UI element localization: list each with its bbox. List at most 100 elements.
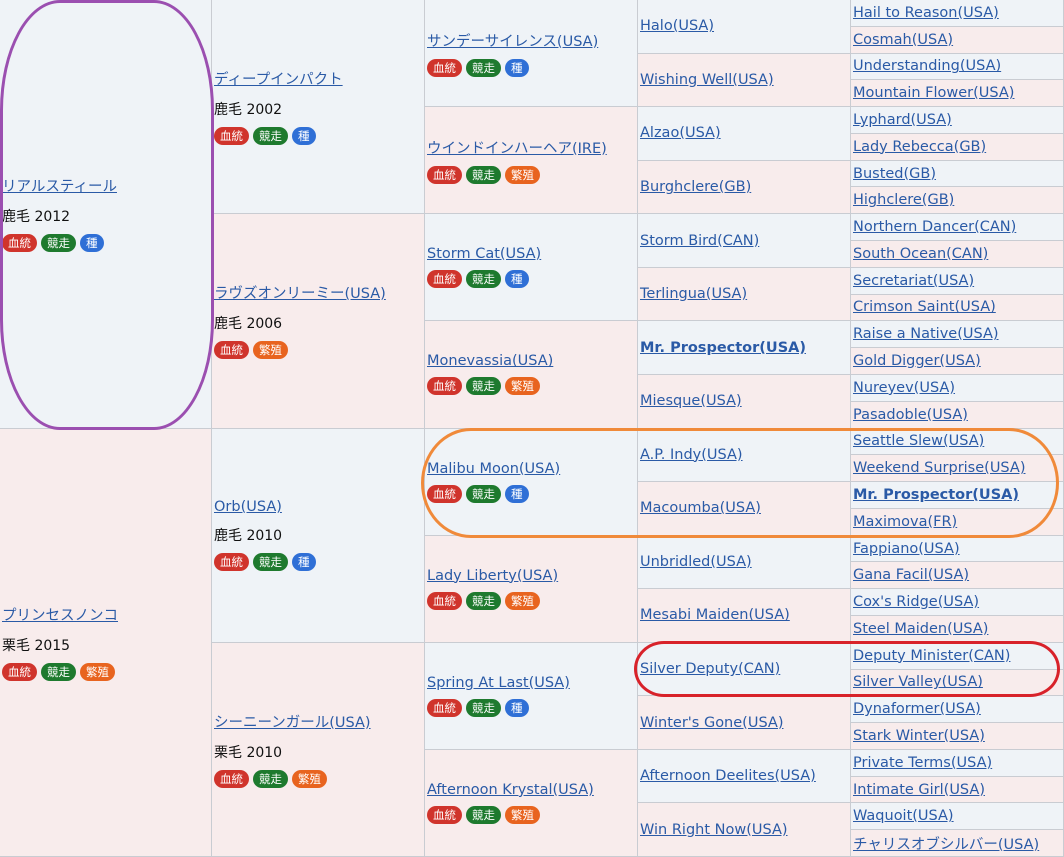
tag-badge[interactable]: 繁殖	[253, 341, 288, 360]
horse-name-link[interactable]: チャリスオブシルバー(USA)	[853, 833, 1063, 854]
horse-name-link[interactable]: Win Right Now(USA)	[640, 822, 850, 838]
horse-name-link[interactable]: Pasadoble(USA)	[853, 407, 1063, 423]
horse-name-link[interactable]: Seattle Slew(USA)	[853, 433, 1063, 449]
tag-badge[interactable]: 繁殖	[505, 591, 540, 610]
tag-badge[interactable]: 血統	[214, 553, 249, 572]
tag-badge[interactable]: 血統	[214, 341, 249, 360]
tag-badge[interactable]: 血統	[427, 591, 462, 610]
tag-badge[interactable]: 競走	[466, 377, 501, 396]
tag-badge[interactable]: 繁殖	[505, 377, 540, 396]
horse-name-link[interactable]: Mr. Prospector(USA)	[640, 340, 850, 356]
tag-badge[interactable]: 種	[505, 484, 529, 503]
tag-badge[interactable]: 競走	[466, 698, 501, 717]
horse-name-link[interactable]: Mountain Flower(USA)	[853, 85, 1063, 101]
horse-name-link[interactable]: プリンセスノンコ	[2, 604, 211, 625]
horse-name-link[interactable]: Crimson Saint(USA)	[853, 299, 1063, 315]
tag-badge[interactable]: 血統	[214, 769, 249, 788]
tag-badge[interactable]: 繁殖	[505, 165, 540, 184]
horse-name-link[interactable]: Cox's Ridge(USA)	[853, 594, 1063, 610]
horse-name-link[interactable]: Spring At Last(USA)	[427, 675, 637, 691]
tag-badge[interactable]: 種	[505, 58, 529, 77]
horse-name-link[interactable]: Understanding(USA)	[853, 58, 1063, 74]
horse-name-link[interactable]: Afternoon Deelites(USA)	[640, 768, 850, 784]
tag-badge[interactable]: 血統	[427, 805, 462, 824]
horse-name-link[interactable]: Private Terms(USA)	[853, 755, 1063, 771]
tag-badge[interactable]: 競走	[466, 484, 501, 503]
horse-name-link[interactable]: シーニーンガール(USA)	[214, 711, 424, 732]
horse-name-link[interactable]: サンデーサイレンス(USA)	[427, 30, 637, 51]
horse-name-link[interactable]: Lyphard(USA)	[853, 112, 1063, 128]
horse-name-link[interactable]: Monevassia(USA)	[427, 353, 637, 369]
horse-name-link[interactable]: Winter's Gone(USA)	[640, 715, 850, 731]
horse-name-link[interactable]: Secretariat(USA)	[853, 273, 1063, 289]
tag-badge[interactable]: 血統	[427, 377, 462, 396]
tag-badge[interactable]: 種	[505, 698, 529, 717]
tag-badge[interactable]: 競走	[41, 234, 76, 253]
horse-name-link[interactable]: Burghclere(GB)	[640, 179, 850, 195]
tag-badge[interactable]: 種	[292, 127, 316, 146]
horse-name-link[interactable]: Raise a Native(USA)	[853, 326, 1063, 342]
tag-badge[interactable]: 競走	[41, 662, 76, 681]
tag-badge[interactable]: 競走	[466, 165, 501, 184]
horse-name-link[interactable]: A.P. Indy(USA)	[640, 447, 850, 463]
tag-badge[interactable]: 競走	[466, 270, 501, 289]
horse-name-link[interactable]: Highclere(GB)	[853, 192, 1063, 208]
horse-name-link[interactable]: Miesque(USA)	[640, 393, 850, 409]
tag-badge[interactable]: 血統	[427, 165, 462, 184]
horse-name-link[interactable]: South Ocean(CAN)	[853, 246, 1063, 262]
horse-name-link[interactable]: Mesabi Maiden(USA)	[640, 607, 850, 623]
horse-name-link[interactable]: Mr. Prospector(USA)	[853, 487, 1063, 503]
tag-badge[interactable]: 競走	[253, 127, 288, 146]
horse-name-link[interactable]: Steel Maiden(USA)	[853, 621, 1063, 637]
tag-badge[interactable]: 血統	[2, 234, 37, 253]
horse-name-link[interactable]: Intimate Girl(USA)	[853, 782, 1063, 798]
horse-name-link[interactable]: Nureyev(USA)	[853, 380, 1063, 396]
tag-badge[interactable]: 競走	[466, 805, 501, 824]
tag-badge[interactable]: 血統	[2, 662, 37, 681]
horse-name-link[interactable]: ディープインパクト	[214, 68, 424, 89]
tag-badge[interactable]: 競走	[466, 58, 501, 77]
horse-name-link[interactable]: Lady Liberty(USA)	[427, 568, 637, 584]
tag-badge[interactable]: 血統	[214, 127, 249, 146]
horse-name-link[interactable]: リアルスティール	[2, 175, 211, 196]
tag-badge[interactable]: 種	[505, 270, 529, 289]
tag-badge[interactable]: 繁殖	[505, 805, 540, 824]
horse-name-link[interactable]: Gold Digger(USA)	[853, 353, 1063, 369]
horse-name-link[interactable]: Silver Deputy(CAN)	[640, 661, 850, 677]
horse-name-link[interactable]: Gana Facil(USA)	[853, 567, 1063, 583]
tag-badge[interactable]: 種	[80, 234, 104, 253]
horse-name-link[interactable]: Hail to Reason(USA)	[853, 5, 1063, 21]
horse-name-link[interactable]: Halo(USA)	[640, 18, 850, 34]
horse-name-link[interactable]: Lady Rebecca(GB)	[853, 139, 1063, 155]
horse-name-link[interactable]: Cosmah(USA)	[853, 32, 1063, 48]
horse-name-link[interactable]: Orb(USA)	[214, 499, 424, 515]
horse-name-link[interactable]: Storm Cat(USA)	[427, 246, 637, 262]
horse-name-link[interactable]: Weekend Surprise(USA)	[853, 460, 1063, 476]
horse-name-link[interactable]: Malibu Moon(USA)	[427, 461, 637, 477]
horse-name-link[interactable]: Storm Bird(CAN)	[640, 233, 850, 249]
horse-name-link[interactable]: ウインドインハーヘア(IRE)	[427, 137, 637, 158]
tag-badge[interactable]: 血統	[427, 270, 462, 289]
horse-name-link[interactable]: Macoumba(USA)	[640, 500, 850, 516]
tag-badge[interactable]: 血統	[427, 484, 462, 503]
horse-name-link[interactable]: Alzao(USA)	[640, 125, 850, 141]
tag-badge[interactable]: 繁殖	[80, 662, 115, 681]
horse-name-link[interactable]: Dynaformer(USA)	[853, 701, 1063, 717]
horse-name-link[interactable]: Northern Dancer(CAN)	[853, 219, 1063, 235]
horse-name-link[interactable]: Silver Valley(USA)	[853, 674, 1063, 690]
tag-badge[interactable]: 競走	[253, 769, 288, 788]
tag-badge[interactable]: 血統	[427, 58, 462, 77]
horse-name-link[interactable]: Deputy Minister(CAN)	[853, 648, 1063, 664]
horse-name-link[interactable]: Busted(GB)	[853, 166, 1063, 182]
horse-name-link[interactable]: Fappiano(USA)	[853, 541, 1063, 557]
horse-name-link[interactable]: Terlingua(USA)	[640, 286, 850, 302]
horse-name-link[interactable]: ラヴズオンリーミー(USA)	[214, 282, 424, 303]
horse-name-link[interactable]: Stark Winter(USA)	[853, 728, 1063, 744]
horse-name-link[interactable]: Afternoon Krystal(USA)	[427, 782, 637, 798]
horse-name-link[interactable]: Maximova(FR)	[853, 514, 1063, 530]
tag-badge[interactable]: 競走	[466, 591, 501, 610]
tag-badge[interactable]: 血統	[427, 698, 462, 717]
tag-badge[interactable]: 繁殖	[292, 769, 327, 788]
horse-name-link[interactable]: Unbridled(USA)	[640, 554, 850, 570]
tag-badge[interactable]: 競走	[253, 553, 288, 572]
